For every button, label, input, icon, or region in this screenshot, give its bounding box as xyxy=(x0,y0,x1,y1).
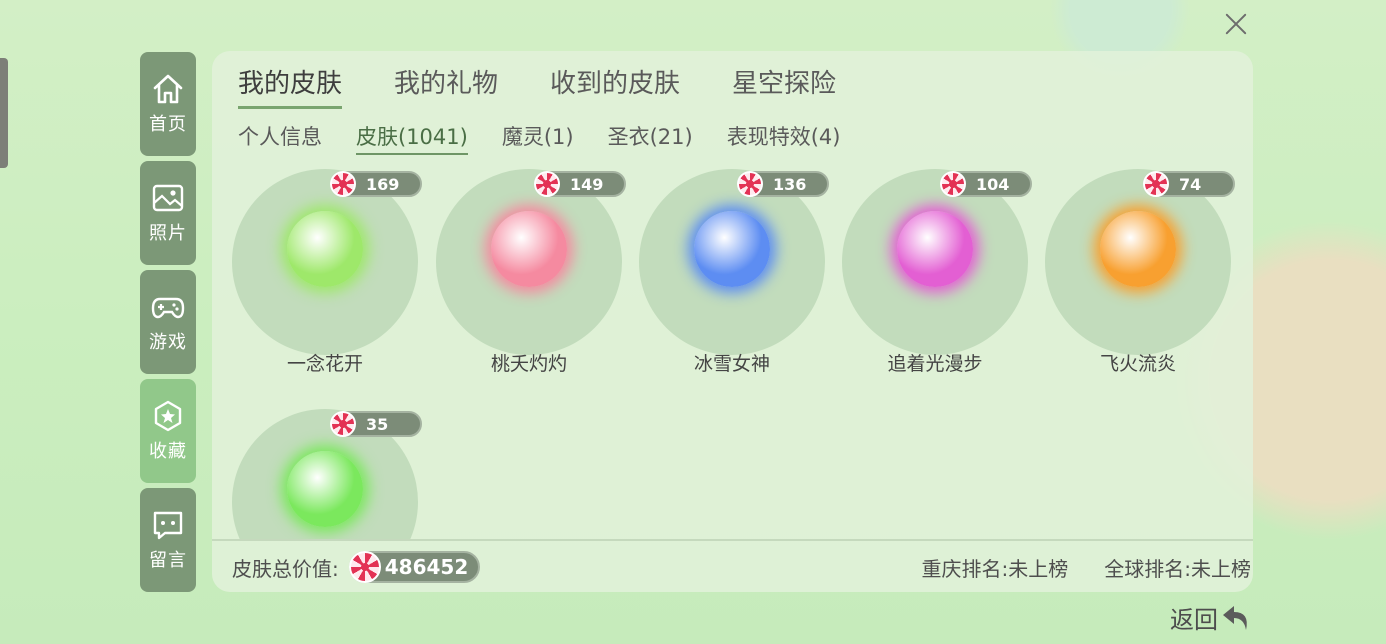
skin-name: 追着光漫步 xyxy=(887,353,983,375)
skin-orb-image xyxy=(287,451,363,527)
candy-icon xyxy=(330,171,356,197)
sidebar-item-messages[interactable]: 留言 xyxy=(140,488,196,592)
sidebar-item-games[interactable]: 游戏 xyxy=(140,270,196,374)
subtab-profile[interactable]: 个人信息 xyxy=(238,121,322,155)
home-icon xyxy=(153,74,183,104)
skin-name: 桃夭灼灼 xyxy=(490,353,567,375)
candy-icon xyxy=(940,171,966,197)
skin-card[interactable]: 169 一念花开 xyxy=(232,169,422,375)
skin-card[interactable]: 149 桃夭灼灼 xyxy=(436,169,626,375)
skin-card[interactable]: 35 xyxy=(232,409,422,539)
skin-name: 一念花开 xyxy=(286,353,363,375)
sidebar-item-label: 留言 xyxy=(149,550,187,571)
gamepad-icon xyxy=(151,297,185,319)
total-value: 皮肤总价值: 486452 xyxy=(232,551,481,583)
candy-icon xyxy=(348,551,381,583)
photo-icon xyxy=(152,184,184,212)
rankings: 重庆排名:未上榜 全球排名:未上榜 xyxy=(886,553,1252,582)
price-badge: 104 xyxy=(940,171,1032,197)
sidebar-item-photos[interactable]: 照片 xyxy=(140,161,196,265)
tab-my-gifts[interactable]: 我的礼物 xyxy=(394,63,498,109)
edge-handle[interactable] xyxy=(0,58,8,168)
subtab-holy-cloth[interactable]: 圣衣(21) xyxy=(608,121,693,155)
footer-divider xyxy=(212,539,1253,541)
price-badge: 136 xyxy=(737,171,829,197)
price-badge: 35 xyxy=(330,411,422,437)
price-badge: 149 xyxy=(534,171,626,197)
subtab-skins[interactable]: 皮肤(1041) xyxy=(356,121,468,155)
global-rank: 全球排名:未上榜 xyxy=(1104,557,1251,581)
message-icon xyxy=(153,511,183,540)
back-label: 返回 xyxy=(1170,606,1218,634)
main-tabs: 我的皮肤 我的礼物 收到的皮肤 星空探险 xyxy=(238,63,888,109)
skin-card[interactable]: 74 飞火流炎 xyxy=(1045,169,1235,375)
candy-icon xyxy=(1143,171,1169,197)
total-value-number: 486452 xyxy=(384,555,469,579)
sidebar-item-home[interactable]: 首页 xyxy=(140,52,196,156)
skin-card[interactable]: 136 冰雪女神 xyxy=(639,169,829,375)
skin-name: 飞火流炎 xyxy=(1099,353,1176,375)
sidebar-item-label: 收藏 xyxy=(149,441,187,462)
star-badge-icon xyxy=(154,400,182,432)
total-value-label: 皮肤总价值: xyxy=(232,556,339,581)
skin-orb-image xyxy=(491,211,567,287)
subtab-spirits[interactable]: 魔灵(1) xyxy=(502,121,574,155)
skins-panel: 我的皮肤 我的礼物 收到的皮肤 星空探险 个人信息 皮肤(1041) 魔灵(1)… xyxy=(212,51,1253,592)
skin-orb-image xyxy=(1100,211,1176,287)
sub-tabs: 个人信息 皮肤(1041) 魔灵(1) 圣衣(21) 表现特效(4) xyxy=(238,121,874,155)
city-rank: 重庆排名:未上榜 xyxy=(921,557,1069,581)
candy-icon xyxy=(737,171,763,197)
tab-my-skins[interactable]: 我的皮肤 xyxy=(238,63,343,109)
skin-grid: 169 一念花开 149 桃夭灼灼 136 冰雪女神 104 追着光漫步 74 … xyxy=(212,169,1253,539)
candy-icon xyxy=(534,171,560,197)
tab-star-adventure[interactable]: 星空探险 xyxy=(732,63,836,109)
total-value-badge: 486452 xyxy=(348,551,481,583)
subtab-effects[interactable]: 表现特效(4) xyxy=(727,121,841,155)
skin-card[interactable]: 104 追着光漫步 xyxy=(842,169,1032,375)
sidebar-item-label: 首页 xyxy=(149,114,187,135)
skin-name: 冰雪女神 xyxy=(693,353,770,375)
sidebar: 首页 照片 游戏 收藏 留言 xyxy=(140,52,196,597)
price-badge: 169 xyxy=(330,171,422,197)
skin-orb-image xyxy=(287,211,363,287)
back-arrow-icon xyxy=(1223,605,1247,630)
sidebar-item-label: 照片 xyxy=(149,223,187,244)
candy-icon xyxy=(330,411,356,437)
tab-received-skins[interactable]: 收到的皮肤 xyxy=(550,63,680,109)
close-icon[interactable] xyxy=(1222,10,1250,38)
sidebar-item-favorites[interactable]: 收藏 xyxy=(140,379,196,483)
sidebar-item-label: 游戏 xyxy=(149,332,187,353)
skin-orb-image xyxy=(897,211,973,287)
skin-orb-image xyxy=(694,211,770,287)
back-button[interactable]: 返回 xyxy=(1170,600,1252,635)
price-badge: 74 xyxy=(1143,171,1235,197)
